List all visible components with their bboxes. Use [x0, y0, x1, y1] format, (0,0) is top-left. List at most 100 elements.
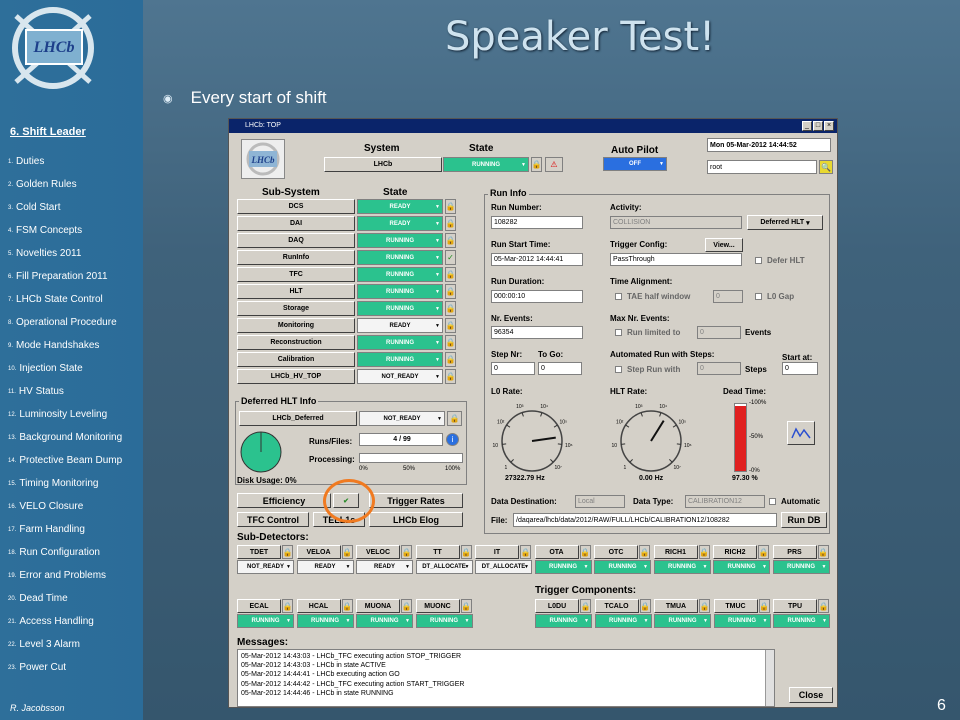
subsystem-button[interactable]: Calibration — [237, 352, 355, 367]
subsystem-state[interactable]: NOT_READY ▼ — [357, 369, 443, 384]
warning-icon[interactable]: ⚠ — [545, 157, 563, 172]
lock-icon[interactable]: 🔒 — [758, 545, 769, 559]
nav-item[interactable]: 20. Dead Time — [8, 587, 142, 610]
subdetector-state[interactable]: RUNNING ▼ — [534, 560, 592, 574]
tae-checkbox[interactable] — [615, 293, 622, 300]
subsystem-button[interactable]: Storage — [237, 301, 355, 316]
lock-icon[interactable]: 🔒 — [282, 545, 293, 559]
subsystem-state[interactable]: RUNNING ▼ — [357, 233, 443, 248]
minimize-button[interactable]: _ — [802, 121, 812, 131]
subdetector-button[interactable]: VELOA — [296, 545, 341, 559]
lock-icon[interactable]: 🔒 — [401, 599, 412, 613]
deferred-state[interactable]: NOT_READY ▼ — [359, 411, 445, 426]
check-icon[interactable]: ✓ — [445, 250, 456, 265]
view-button[interactable]: View... — [705, 238, 743, 252]
lock-icon[interactable]: 🔒 — [445, 301, 456, 316]
automatic-checkbox[interactable] — [769, 498, 776, 505]
nav-item[interactable]: 8. Operational Procedure — [8, 311, 142, 334]
lock-icon[interactable]: 🔒 — [520, 545, 531, 559]
subsystem-button[interactable]: RunInfo — [237, 250, 355, 265]
subsystem-state[interactable]: RUNNING ▼ — [357, 352, 443, 367]
l0gap-checkbox[interactable] — [755, 293, 762, 300]
nav-item[interactable]: 14. Protective Beam Dump — [8, 449, 142, 472]
autopilot-state[interactable]: OFF ▼ — [603, 157, 667, 171]
subdetector-state[interactable]: RUNNING ▼ — [535, 614, 592, 628]
nav-item[interactable]: 7. LHCb State Control — [8, 288, 142, 311]
close-button[interactable]: Close — [789, 687, 833, 703]
maximize-button[interactable]: □ — [813, 121, 823, 131]
run-start-field[interactable]: 05-Mar-2012 14:44:41 — [491, 253, 583, 266]
nav-item[interactable]: 1. Duties — [8, 150, 142, 173]
subdetector-button[interactable]: HCAL — [296, 599, 341, 613]
subsystem-state[interactable]: RUNNING ▼ — [357, 250, 443, 265]
lock-icon[interactable]: 🔒 — [579, 545, 591, 559]
subdetector-button[interactable]: MUONC — [415, 599, 460, 613]
lock-icon[interactable]: 🔒 — [460, 545, 472, 559]
start-at-field[interactable]: 0 — [782, 362, 818, 375]
subdetector-state[interactable]: RUNNING ▼ — [356, 614, 413, 628]
nav-heading[interactable]: 6. Shift Leader — [10, 126, 86, 138]
nav-item[interactable]: 15. Timing Monitoring — [8, 472, 142, 495]
lock-icon[interactable]: 🔒 — [445, 369, 456, 384]
system-state[interactable]: RUNNING ▼ — [443, 157, 529, 172]
subdetector-state[interactable]: RUNNING ▼ — [772, 560, 830, 574]
lhcb-elog-button[interactable]: LHCb Elog — [369, 512, 463, 527]
nav-item[interactable]: 11. HV Status — [8, 380, 142, 403]
subdetector-state[interactable]: RUNNING ▼ — [296, 614, 354, 628]
subdetector-state[interactable]: RUNNING ▼ — [653, 560, 711, 574]
nav-item[interactable]: 21. Access Handling — [8, 610, 142, 633]
nav-item[interactable]: 2. Golden Rules — [8, 173, 142, 196]
lock-icon[interactable]: 🔒 — [818, 599, 829, 613]
close-window-button[interactable]: × — [824, 121, 834, 131]
subdetector-button[interactable]: TT — [415, 545, 460, 559]
subdetector-state[interactable]: RUNNING ▼ — [713, 614, 771, 628]
nav-item[interactable]: 6. Fill Preparation 2011 — [8, 265, 142, 288]
subdetector-button[interactable]: MUONA — [356, 599, 400, 613]
subdetector-state[interactable]: RUNNING ▼ — [654, 614, 711, 628]
lock-icon[interactable]: 🔒 — [445, 335, 456, 350]
lock-icon[interactable]: 🔒 — [698, 545, 710, 559]
nav-item[interactable]: 23. Power Cut — [8, 656, 142, 679]
lock-icon[interactable]: 🔒 — [699, 599, 710, 613]
subdetector-state[interactable]: RUNNING ▼ — [415, 614, 473, 628]
lock-icon[interactable]: 🔒 — [445, 199, 456, 214]
subdetector-button[interactable]: TMUC — [713, 599, 758, 613]
subdetector-state[interactable]: RUNNING ▼ — [773, 614, 830, 628]
nav-item[interactable]: 12. Luminosity Leveling — [8, 403, 142, 426]
efficiency-button[interactable]: Efficiency — [237, 493, 331, 508]
info-icon[interactable]: i — [446, 433, 459, 446]
lock-icon[interactable]: 🔒 — [817, 545, 829, 559]
subdetector-button[interactable]: RICH2 — [713, 545, 757, 559]
trigger-config-select[interactable]: PassThrough — [610, 253, 742, 266]
subdetector-state[interactable]: RUNNING ▼ — [594, 614, 652, 628]
subdetector-state[interactable]: RUNNING ▼ — [237, 614, 294, 628]
subdetector-button[interactable]: ECAL — [237, 599, 281, 613]
nav-item[interactable]: 5. Novelties 2011 — [8, 242, 142, 265]
lock-icon[interactable]: 🔒 — [341, 545, 353, 559]
lock-icon[interactable]: 🔒 — [445, 233, 456, 248]
trigger-rates-button[interactable]: Trigger Rates — [369, 493, 463, 508]
search-icon[interactable]: 🔍 — [819, 160, 833, 174]
messages-scrollbar[interactable] — [765, 650, 774, 706]
chart-icon[interactable] — [787, 421, 815, 445]
subsystem-button[interactable]: DAQ — [237, 233, 355, 248]
subdetector-state[interactable]: RUNNING ▼ — [713, 560, 770, 574]
run-limited-field[interactable]: 0 — [697, 326, 741, 339]
lock-icon[interactable]: 🔒 — [580, 599, 591, 613]
subdetector-button[interactable]: L0DU — [535, 599, 579, 613]
tfc-control-button[interactable]: TFC Control — [237, 512, 309, 527]
window-titlebar[interactable]: LHCb: TOP — [229, 119, 837, 133]
run-limited-checkbox[interactable] — [615, 329, 622, 336]
subdetector-state[interactable]: DT_ALLOCATE ▼ — [475, 560, 532, 574]
subdetector-button[interactable]: TPU — [773, 599, 817, 613]
deferred-button[interactable]: LHCb_Deferred — [239, 411, 357, 426]
lock-icon[interactable]: 🔒 — [445, 267, 456, 282]
lock-icon[interactable]: 🔒 — [401, 545, 412, 559]
subdetector-button[interactable]: TCALO — [594, 599, 639, 613]
subsystem-state[interactable]: READY ▼ — [357, 199, 443, 214]
run-number-field[interactable]: 108282 — [491, 216, 583, 229]
lock-hand-icon[interactable]: 🔒 — [447, 411, 462, 426]
lock-icon[interactable]: 🔒 — [445, 318, 456, 333]
subsystem-button[interactable]: DAI — [237, 216, 355, 231]
subsystem-state[interactable]: RUNNING ▼ — [357, 335, 443, 350]
